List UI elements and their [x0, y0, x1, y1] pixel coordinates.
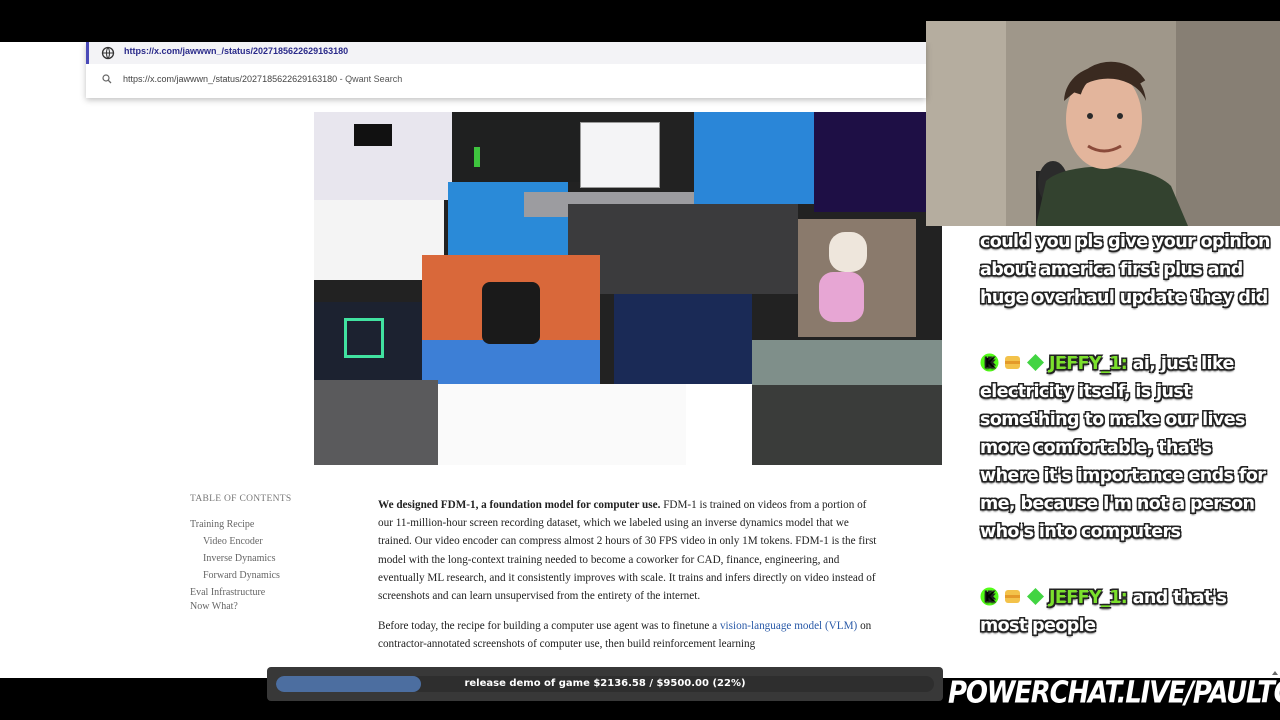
collage-tile-tunnel-core — [482, 282, 540, 344]
webcam-feed — [926, 21, 1280, 226]
browser-page: https://x.com/jawwwn_/status/20271856226… — [0, 42, 942, 678]
collage-tile-green-l — [474, 147, 480, 167]
collage-tile-dog-white — [829, 232, 867, 272]
chat-message: K JEFFY_1: and that's most people — [980, 584, 1270, 640]
address-bar[interactable]: https://x.com/jawwwn_/status/20271856226… — [86, 42, 926, 64]
screen-recordings-collage — [314, 112, 942, 465]
gem-badge-icon — [1027, 588, 1044, 605]
chat-message-text: ai, just like electricity itself, is jus… — [980, 354, 1266, 542]
search-icon — [102, 74, 112, 84]
collage-tile-car-window — [752, 340, 942, 385]
vlm-link[interactable]: vision-language model (VLM) — [720, 620, 857, 632]
address-url: https://x.com/jawwwn_/status/20271856226… — [124, 46, 349, 56]
chat-overlay: could you pls give your opinion about am… — [942, 226, 1280, 678]
collage-tile-dark — [354, 124, 392, 146]
chat-message: could you pls give your opinion about am… — [980, 228, 1270, 312]
collage-tile-purple — [814, 112, 942, 212]
collage-tile-window — [580, 122, 660, 188]
toc-item-now-what[interactable]: Now What? — [190, 598, 350, 615]
toc-item-training-recipe[interactable]: Training Recipe — [190, 516, 350, 533]
svg-text:K: K — [985, 590, 995, 604]
coin-badge-icon — [1005, 590, 1020, 603]
chat-username[interactable]: JEFFY_1: — [1049, 588, 1128, 608]
toc-item-inverse-dynamics[interactable]: Inverse Dynamics — [190, 550, 350, 567]
collage-tile-terminal — [452, 112, 580, 182]
kick-badge-icon: K — [980, 353, 999, 372]
coin-badge-icon — [1005, 356, 1020, 369]
stream-brand-url: POWERCHAT.LIVE/PAULTOWN — [948, 676, 1280, 711]
article-lead: We designed FDM-1, a foundation model fo… — [378, 499, 661, 511]
collage-tile-blue — [694, 112, 814, 204]
collage-tile-3d-editor — [568, 204, 798, 294]
article-body: We designed FDM-1, a foundation model fo… — [378, 496, 883, 666]
goal-progress-track: release demo of game $2136.58 / $9500.00… — [276, 676, 934, 692]
collage-tile-dog-pink — [819, 272, 864, 322]
donation-goal-bar: release demo of game $2136.58 / $9500.00… — [267, 667, 943, 701]
collage-tile-spreadsheet — [438, 384, 686, 465]
collage-tile-checker — [314, 380, 438, 465]
collage-tile-cube-outline — [344, 318, 384, 358]
kick-badge-icon: K — [980, 587, 999, 606]
article-p1-body: FDM-1 is trained on videos from a portio… — [378, 499, 877, 603]
article-paragraph: Before today, the recipe for building a … — [378, 617, 883, 653]
streamer-image — [926, 21, 1280, 226]
search-suggestion[interactable]: https://x.com/jawwwn_/status/20271856226… — [86, 70, 926, 90]
collage-tile-space — [614, 294, 752, 384]
url-dropdown: https://x.com/jawwwn_/status/20271856226… — [86, 42, 926, 98]
chat-message-text: could you pls give your opinion about am… — [980, 232, 1270, 308]
toc-heading: TABLE OF CONTENTS — [190, 494, 292, 504]
globe-icon — [101, 46, 115, 60]
goal-label: release demo of game $2136.58 / $9500.00… — [464, 678, 746, 689]
toc-item-video-encoder[interactable]: Video Encoder — [190, 533, 350, 550]
suggestion-url: https://x.com/jawwwn_/status/20271856226… — [123, 74, 338, 84]
chat-username[interactable]: JEFFY_1: — [1049, 354, 1128, 374]
article-p2-start: Before today, the recipe for building a … — [378, 620, 720, 633]
suggestion-text: https://x.com/jawwwn_/status/20271856226… — [123, 74, 402, 84]
suggestion-engine: - Qwant Search — [339, 74, 403, 84]
table-of-contents: TABLE OF CONTENTS Training Recipe Video … — [190, 494, 350, 615]
chat-message: K JEFFY_1: ai, just like electricity itse… — [980, 350, 1270, 546]
svg-text:K: K — [985, 356, 995, 370]
toc-item-forward-dynamics[interactable]: Forward Dynamics — [190, 567, 350, 584]
collage-tile-word-counter — [686, 384, 752, 465]
gem-badge-icon — [1027, 354, 1044, 371]
collage-tile-tunnel-blue — [422, 340, 600, 385]
article-paragraph: We designed FDM-1, a foundation model fo… — [378, 496, 883, 605]
